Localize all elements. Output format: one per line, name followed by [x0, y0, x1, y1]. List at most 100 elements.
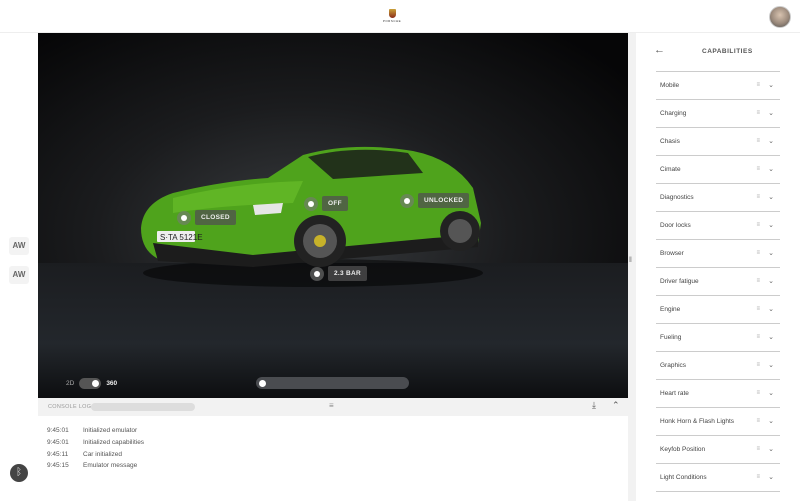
rotation-slider[interactable]	[256, 377, 409, 389]
chevron-down-icon[interactable]: ⌄	[768, 109, 774, 117]
bluetooth-button[interactable]: ᛒ	[10, 464, 28, 482]
log-entry: 9:45:15 Emulator message	[47, 462, 137, 469]
capability-label: Mobile	[660, 82, 680, 89]
panel-resize-divider[interactable]: ‖	[628, 33, 636, 501]
capability-item[interactable]: Driver fatigue ≡ ⌄	[656, 268, 780, 296]
hotspot-label: UNLOCKED	[418, 193, 470, 208]
capability-label: Door locks	[660, 222, 691, 229]
slider-knob[interactable]	[259, 379, 266, 387]
console-filter-input[interactable]	[91, 403, 195, 411]
capability-item[interactable]: Fueling ≡ ⌄	[656, 324, 780, 352]
log-entry: 9:45:01 Initialized capabilities	[47, 439, 144, 446]
log-message: Car initialized	[83, 451, 123, 458]
chevron-down-icon[interactable]: ⌄	[768, 137, 774, 145]
chevron-down-icon[interactable]: ⌄	[768, 333, 774, 341]
aw-button-2[interactable]: AW	[9, 266, 29, 284]
hotspot-tire-pressure[interactable]: 2.3 BAR	[310, 266, 368, 281]
chevron-down-icon[interactable]: ⌄	[768, 445, 774, 453]
capability-item[interactable]: Graphics ≡ ⌄	[656, 352, 780, 380]
chevron-down-icon[interactable]: ⌄	[768, 389, 774, 397]
crest-icon	[388, 9, 396, 18]
menu-icon[interactable]: ≡	[756, 194, 760, 200]
hotspot-label: 2.3 BAR	[328, 266, 368, 281]
capability-item[interactable]: Charging ≡ ⌄	[656, 100, 780, 128]
chevron-down-icon[interactable]: ⌄	[768, 221, 774, 229]
chevron-down-icon[interactable]: ⌄	[768, 417, 774, 425]
menu-icon[interactable]: ≡	[756, 138, 760, 144]
console-bar: CONSOLE LOG ≡ ⤓ ⌃	[38, 398, 628, 416]
log-time: 9:45:01	[47, 427, 69, 434]
capability-item[interactable]: Honk Horn & Flash Lights ≡ ⌄	[656, 408, 780, 436]
chevron-down-icon[interactable]: ⌄	[768, 361, 774, 369]
view-toggle[interactable]: 2D 360	[66, 378, 117, 389]
capability-label: Heart rate	[660, 390, 689, 397]
chevron-down-icon[interactable]: ⌄	[768, 81, 774, 89]
hotspot-dot-icon	[400, 193, 414, 208]
console-log: 9:45:01 Initialized emulator 9:45:01 Initi…	[38, 416, 628, 501]
chevron-down-icon[interactable]: ⌄	[768, 165, 774, 173]
capability-item[interactable]: Chasis ≡ ⌄	[656, 128, 780, 156]
menu-icon[interactable]: ≡	[756, 334, 760, 340]
chevron-up-icon[interactable]: ⌃	[612, 400, 620, 411]
aw-button-1[interactable]: AW	[9, 237, 29, 255]
hotspot-label: CLOSED	[195, 210, 236, 225]
menu-icon[interactable]: ≡	[756, 166, 760, 172]
chevron-down-icon[interactable]: ⌄	[768, 249, 774, 257]
log-time: 9:45:11	[47, 451, 69, 458]
back-arrow-icon[interactable]: ←	[654, 44, 665, 56]
capability-item[interactable]: Engine ≡ ⌄	[656, 296, 780, 324]
hotspot-label: OFF	[322, 196, 348, 211]
menu-icon[interactable]: ≡	[756, 222, 760, 228]
license-plate: S·TA 5121E	[160, 233, 203, 242]
download-icon[interactable]: ⤓	[592, 400, 596, 411]
hotspot-lights[interactable]: OFF	[304, 196, 348, 211]
capability-item[interactable]: Browser ≡ ⌄	[656, 240, 780, 268]
capability-label: Charging	[660, 110, 687, 117]
panel-title: CAPABILITIES	[702, 48, 753, 55]
chevron-down-icon[interactable]: ⌄	[768, 305, 774, 313]
capability-label: Honk Horn & Flash Lights	[660, 418, 735, 425]
chevron-down-icon[interactable]: ⌄	[768, 277, 774, 285]
drag-handle-icon[interactable]: ≡	[329, 401, 334, 410]
capability-label: Diagnostics	[660, 194, 694, 201]
brand-wordmark: PORSCHE	[382, 19, 402, 23]
car-viewer[interactable]: S·TA 5121E CLOSED OFF UNLOCKED 2.3 BAR 2…	[38, 33, 628, 398]
menu-icon[interactable]: ≡	[756, 474, 760, 480]
chevron-down-icon[interactable]: ⌄	[768, 193, 774, 201]
capability-label: Cimate	[660, 166, 681, 173]
capability-item[interactable]: Heart rate ≡ ⌄	[656, 380, 780, 408]
capability-item[interactable]: Light Conditions ≡ ⌄	[656, 464, 780, 492]
resize-handle-icon[interactable]: ‖	[629, 257, 632, 264]
hotspot-hood[interactable]: CLOSED	[177, 210, 236, 225]
capabilities-panel: ← CAPABILITIES Mobile ≡ ⌄ Charging ≡ ⌄ Chasis ≡…	[636, 33, 800, 501]
menu-icon[interactable]: ≡	[756, 82, 760, 88]
capability-item[interactable]: Diagnostics ≡ ⌄	[656, 184, 780, 212]
log-entry: 9:45:11 Car initialized	[47, 451, 122, 458]
log-time: 9:45:01	[47, 439, 69, 446]
capability-item[interactable]: Mobile ≡ ⌄	[656, 72, 780, 100]
log-time: 9:45:15	[47, 462, 69, 469]
menu-icon[interactable]: ≡	[756, 418, 760, 424]
view-switch[interactable]	[79, 378, 102, 389]
toggle-label-2d: 2D	[66, 380, 75, 387]
capability-label: Browser	[660, 250, 684, 257]
capability-label: Engine	[660, 306, 681, 313]
log-message: Emulator message	[83, 462, 138, 469]
capabilities-list: Mobile ≡ ⌄ Charging ≡ ⌄ Chasis ≡ ⌄ Cimate ≡ ⌄ Diagno…	[656, 71, 780, 492]
menu-icon[interactable]: ≡	[756, 278, 760, 284]
hotspot-doors[interactable]: UNLOCKED	[400, 193, 470, 208]
user-avatar[interactable]	[769, 6, 791, 28]
capability-item[interactable]: Cimate ≡ ⌄	[656, 156, 780, 184]
menu-icon[interactable]: ≡	[756, 362, 760, 368]
capability-item[interactable]: Door locks ≡ ⌄	[656, 212, 780, 240]
porsche-logo[interactable]: PORSCHE	[380, 9, 404, 25]
chevron-down-icon[interactable]: ⌄	[768, 473, 774, 481]
menu-icon[interactable]: ≡	[756, 250, 760, 256]
menu-icon[interactable]: ≡	[756, 390, 760, 396]
menu-icon[interactable]: ≡	[756, 306, 760, 312]
capability-label: Graphics	[660, 362, 687, 369]
capability-item[interactable]: Keyfob Position ≡ ⌄	[656, 436, 780, 464]
hotspot-dot-icon	[310, 266, 324, 281]
menu-icon[interactable]: ≡	[756, 110, 760, 116]
menu-icon[interactable]: ≡	[756, 446, 760, 452]
